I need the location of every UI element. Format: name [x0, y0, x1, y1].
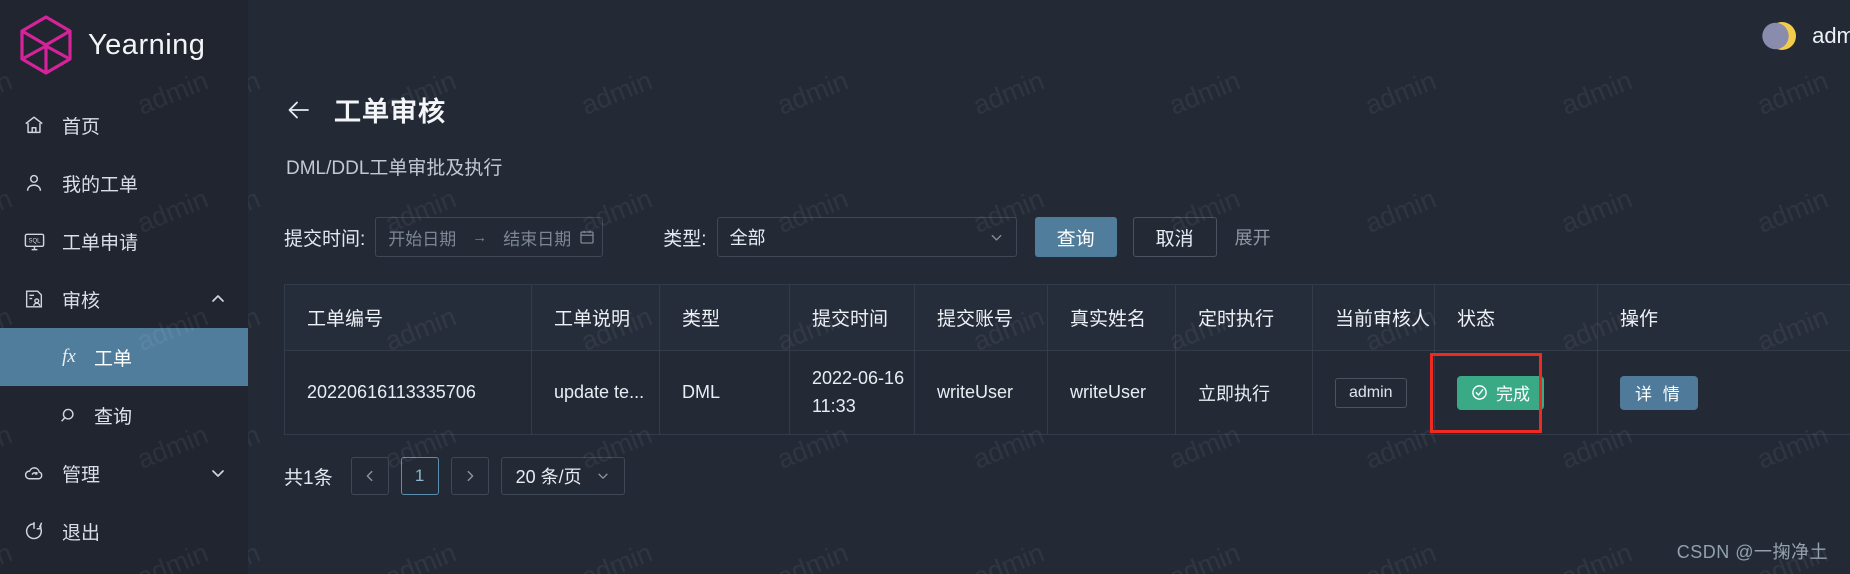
logout-icon	[22, 519, 46, 543]
user-menu[interactable]: admin	[1759, 16, 1850, 56]
page-title: 工单审核	[334, 97, 446, 127]
svg-text:SQL: SQL	[28, 238, 41, 244]
arrow-left-icon[interactable]	[286, 97, 312, 123]
table-row: 20220616113335706 update te... DML 2022-…	[284, 350, 1850, 435]
pagination-total: 共1条	[284, 467, 333, 489]
chevron-down-icon	[989, 230, 1004, 245]
col-description: 工单说明	[531, 284, 660, 351]
table-header-row: 工单编号 工单说明 类型 提交时间 提交账号 真实姓名 定时执行 当前审核人 状…	[284, 284, 1850, 351]
sidebar-item-label: 查询	[94, 406, 133, 428]
submit-time-label: 提交时间:	[284, 228, 366, 250]
submit-time-clock: 11:33	[812, 395, 856, 416]
sidebar-item-home[interactable]: 首页	[0, 96, 248, 154]
chevron-up-icon[interactable]	[210, 291, 226, 307]
user-icon	[22, 171, 46, 195]
sidebar-group-manage[interactable]: 管理	[0, 444, 248, 502]
chevron-right-icon	[463, 469, 477, 483]
col-real-name: 真实姓名	[1047, 284, 1176, 351]
cell-status: 完成	[1430, 350, 1598, 435]
csdn-watermark: CSDN @一掬净土	[1676, 542, 1828, 562]
user-name: admin	[1812, 23, 1850, 48]
sidebar-item-label: 工单申请	[62, 232, 139, 254]
page-size-value: 20 条/页	[515, 467, 582, 487]
sidebar-group-audit[interactable]: 审核	[0, 270, 248, 328]
fx-icon: fx	[62, 346, 76, 367]
cell-order-id: 20220616113335706	[284, 350, 532, 435]
cell-submit-time: 2022-06-16 11:33	[789, 350, 915, 435]
cell-current-auditor: admin	[1312, 350, 1435, 435]
date-start-placeholder: 开始日期	[388, 229, 457, 249]
col-type: 类型	[659, 284, 790, 351]
sidebar-item-label: 首页	[62, 116, 101, 138]
sidebar-item-label: 工单	[94, 348, 133, 370]
sidebar-item-label: 退出	[62, 522, 101, 544]
topbar: admin	[248, 0, 1850, 72]
type-select-value: 全部	[729, 228, 766, 248]
hexagon-cube-logo-icon	[18, 14, 74, 76]
search-icon	[58, 404, 80, 426]
sidebar-item-logout[interactable]: 退出	[0, 502, 248, 560]
col-action: 操作	[1597, 284, 1850, 351]
auditor-tag: admin	[1335, 377, 1407, 408]
sidebar-item-my-orders[interactable]: 我的工单	[0, 154, 248, 212]
col-submit-account: 提交账号	[914, 284, 1048, 351]
pagination-next-button[interactable]	[450, 457, 489, 495]
chevron-down-icon[interactable]	[210, 465, 226, 481]
chevron-down-icon	[596, 469, 610, 483]
page-header: 工单审核 DML/DDL工单审批及执行	[248, 72, 1850, 180]
sidebar-item-label: 审核	[62, 290, 101, 312]
brand-name: Yearning	[88, 28, 206, 61]
pagination-prev-button[interactable]	[350, 457, 389, 495]
col-status: 状态	[1434, 284, 1598, 351]
pagination: 共1条 1 20 条/页	[284, 457, 1850, 495]
sidebar: admin admin admin admin admin admin admin admin…	[0, 0, 248, 574]
sidebar-item-label: 管理	[62, 464, 101, 486]
app-root: admin admin admin admin admin admin admin admin…	[0, 0, 1850, 574]
date-end-placeholder: 结束日期	[503, 229, 572, 249]
cancel-button[interactable]: 取消	[1132, 217, 1217, 257]
sidebar-nav: 首页 我的工单 SQL 工单申请 审核 fx 工单 查询 管理 退出	[0, 90, 248, 560]
col-scheduled: 定时执行	[1175, 284, 1313, 351]
cell-description: update te...	[531, 350, 660, 435]
type-label: 类型:	[663, 228, 707, 250]
moon-eclipse-avatar-icon	[1759, 16, 1799, 56]
home-icon	[22, 113, 46, 137]
status-label: 完成	[1496, 385, 1530, 404]
detail-button[interactable]: 详 情	[1620, 375, 1698, 410]
cell-submit-account: writeUser	[914, 350, 1048, 435]
sidebar-item-order-apply[interactable]: SQL 工单申请	[0, 212, 248, 270]
cell-scheduled: 立即执行	[1175, 350, 1313, 435]
type-select[interactable]: 全部	[716, 217, 1017, 257]
sidebar-item-label: 我的工单	[62, 174, 139, 196]
status-highlight-wrapper: 完成	[1430, 352, 1544, 433]
col-submit-time: 提交时间	[789, 284, 915, 351]
page-size-select[interactable]: 20 条/页	[500, 457, 625, 495]
brand-logo[interactable]: Yearning	[0, 0, 248, 90]
sql-monitor-icon: SQL	[22, 229, 46, 253]
orders-table-wrapper: 工单编号 工单说明 类型 提交时间 提交账号 真实姓名 定时执行 当前审核人 状…	[284, 284, 1850, 435]
cell-real-name: writeUser	[1047, 350, 1176, 435]
audit-doc-icon	[22, 287, 46, 311]
search-button[interactable]: 查询	[1034, 217, 1117, 257]
cell-type: DML	[659, 350, 790, 435]
orders-table: 工单编号 工单说明 类型 提交时间 提交账号 真实姓名 定时执行 当前审核人 状…	[284, 284, 1850, 435]
submit-time-date: 2022-06-16	[812, 367, 905, 388]
pagination-page-1[interactable]: 1	[400, 457, 439, 495]
col-order-id: 工单编号	[284, 284, 532, 351]
status-badge: 完成	[1457, 375, 1544, 410]
sidebar-subitem-query[interactable]: 查询	[0, 386, 248, 444]
cell-action: 详 情	[1597, 350, 1850, 435]
submit-time-range-picker[interactable]: 开始日期 → 结束日期	[375, 217, 604, 257]
range-separator-icon: →	[472, 228, 488, 246]
expand-link[interactable]: 展开	[1227, 224, 1279, 250]
sidebar-subitem-work-order[interactable]: fx 工单	[0, 328, 248, 386]
col-current-auditor: 当前审核人	[1312, 284, 1435, 351]
calendar-icon[interactable]	[579, 229, 595, 245]
chevron-left-icon	[363, 469, 377, 483]
filter-bar: 提交时间: 开始日期 → 结束日期 类型: 全部 查询 取消 展开	[284, 216, 1822, 258]
check-circle-icon	[1471, 384, 1488, 401]
cloud-sync-icon	[22, 461, 46, 485]
page-subtitle: DML/DDL工单审批及执行	[286, 158, 503, 179]
main-content: admin admin admin admin admin admin admin admin…	[248, 0, 1850, 574]
